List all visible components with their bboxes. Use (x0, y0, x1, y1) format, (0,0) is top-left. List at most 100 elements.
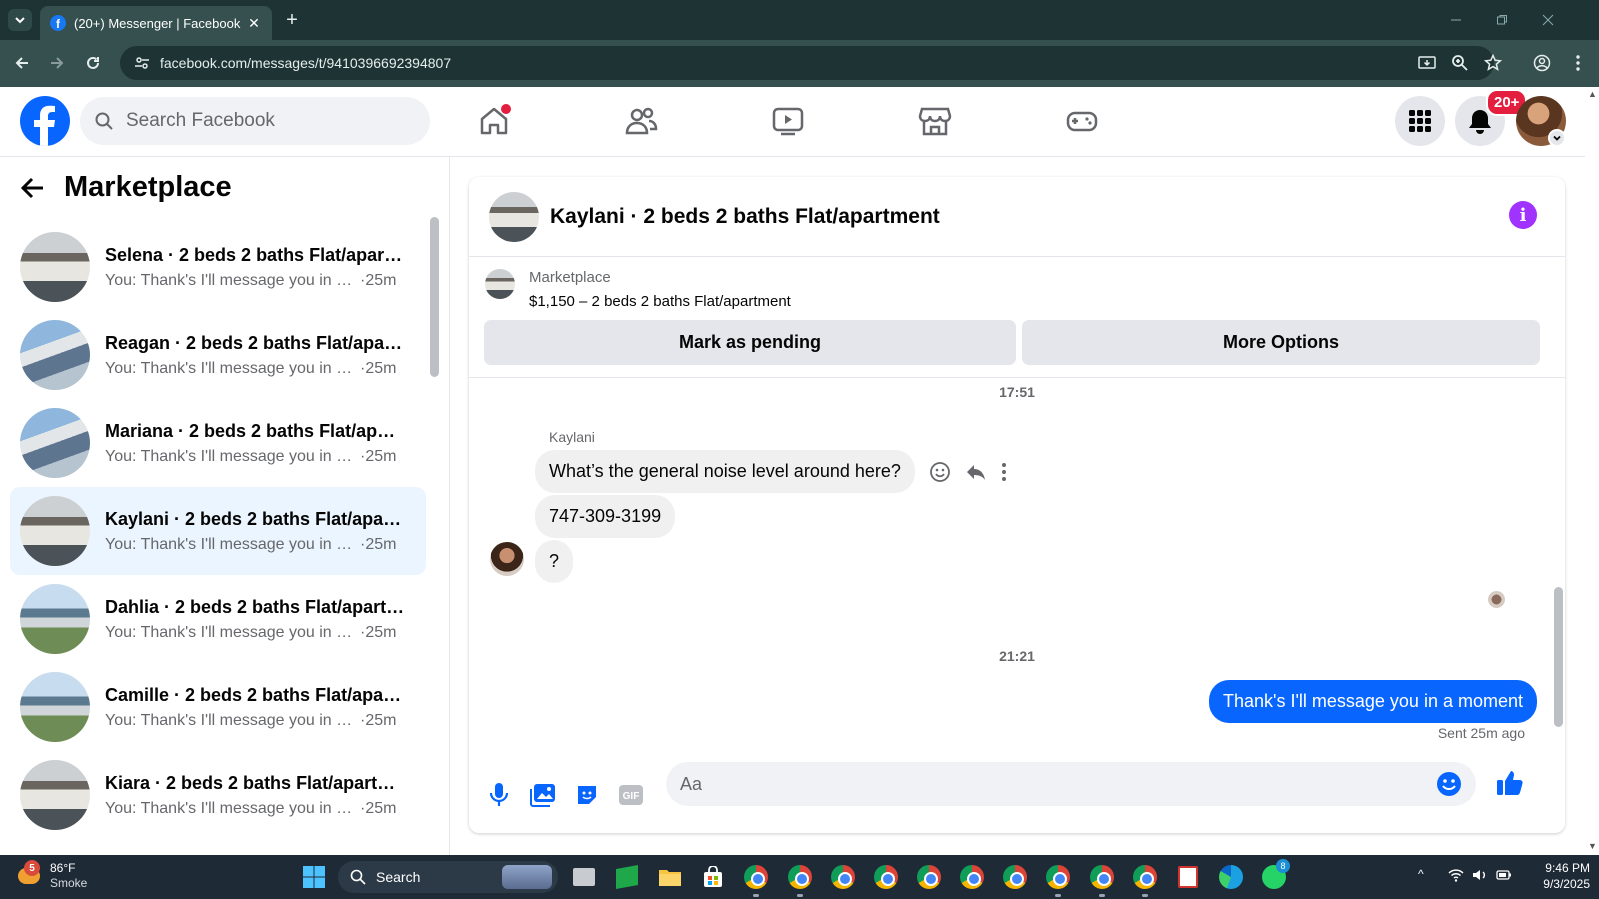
taskbar-store[interactable] (697, 861, 729, 893)
menu-button[interactable] (1395, 96, 1445, 146)
thread-scrollbar[interactable] (1554, 587, 1563, 727)
tab-search-dropdown-button[interactable] (8, 9, 32, 31)
reply-icon[interactable] (965, 461, 987, 483)
taskbar-chrome-1[interactable] (740, 861, 772, 897)
conversation-item[interactable]: Camille · 2 beds 2 baths Flat/apartment … (10, 663, 426, 751)
restore-button[interactable] (1492, 10, 1512, 30)
sender-avatar[interactable] (490, 542, 524, 576)
taskbar-chrome-8[interactable] (1042, 861, 1074, 897)
facebook-search[interactable] (80, 97, 430, 145)
page-scroll-up-icon[interactable]: ▲ (1588, 89, 1597, 99)
listing-thumbnail (20, 496, 90, 566)
taskbar-app-green[interactable] (611, 861, 643, 893)
taskbar-chrome-3[interactable] (827, 861, 859, 893)
chrome-icon (1090, 865, 1114, 889)
nav-video-tab[interactable] (738, 87, 838, 155)
outgoing-message-bubble[interactable]: Thank's I'll message you in a moment (1208, 680, 1537, 723)
conversation-item[interactable]: Mariana · 2 beds 2 baths Flat/apartment … (10, 399, 426, 487)
close-window-button[interactable] (1538, 10, 1558, 30)
taskbar-edge[interactable] (1215, 861, 1247, 893)
chrome-icon (874, 865, 898, 889)
bookmark-button[interactable] (1482, 52, 1504, 74)
facebook-header: 20+ (0, 87, 1585, 157)
gif-icon: GIF (619, 785, 643, 805)
reload-button[interactable] (80, 50, 106, 76)
conversation-item[interactable]: Kiara · 2 beds 2 baths Flat/apartment Yo… (10, 751, 426, 839)
home-icon (480, 104, 511, 135)
volume-icon (1473, 870, 1485, 880)
conversation-item[interactable]: Selena · 2 beds 2 baths Flat/apartment Y… (10, 223, 426, 311)
browser-tab-messenger[interactable]: f (20+) Messenger | Facebook ✕ (40, 6, 272, 40)
taskbar-chrome-6[interactable] (956, 861, 988, 893)
incoming-message-bubble[interactable]: ? (535, 540, 574, 583)
conversation-item-active[interactable]: Kaylani · 2 beds 2 baths Flat/apartment … (10, 487, 426, 575)
forward-button[interactable] (44, 50, 70, 76)
profile-button[interactable] (1531, 52, 1553, 74)
nav-marketplace-tab[interactable] (885, 87, 985, 155)
nav-gaming-tab[interactable] (1032, 87, 1132, 155)
gif-button[interactable]: GIF (613, 777, 649, 813)
facebook-logo[interactable] (20, 96, 70, 146)
voice-clip-button[interactable] (481, 777, 517, 813)
start-button[interactable] (298, 861, 330, 893)
mark-as-pending-button[interactable]: Mark as pending (484, 320, 1016, 365)
install-app-button[interactable] (1416, 52, 1438, 74)
taskbar-chrome-7[interactable] (999, 861, 1031, 893)
sticker-button[interactable] (569, 777, 605, 813)
facebook-search-input[interactable] (126, 110, 406, 132)
nav-home-tab[interactable] (444, 87, 544, 155)
browser-menu-button[interactable] (1567, 52, 1589, 74)
conversation-item[interactable]: Reagan · 2 beds 2 baths Flat/apartment Y… (10, 311, 426, 399)
weather-widget[interactable]: 5 86°F Smoke (16, 860, 87, 891)
taskbar-task-view[interactable] (568, 861, 600, 893)
tray-overflow-icon[interactable]: ^ (1418, 867, 1424, 881)
close-tab-icon[interactable]: ✕ (246, 15, 262, 32)
system-clock[interactable]: 9:46 PM 9/3/2025 (1520, 860, 1590, 892)
taskbar-chrome-4[interactable] (870, 861, 902, 893)
address-bar[interactable]: facebook.com/messages/t/9410396692394807 (120, 46, 1494, 80)
taskbar-search[interactable]: Search (338, 861, 558, 893)
search-icon (350, 869, 366, 885)
system-tray-status[interactable] (1448, 868, 1512, 882)
more-vertical-icon[interactable] (1001, 462, 1007, 482)
react-emoji-icon[interactable] (929, 461, 951, 483)
conversation-list-scrollbar[interactable] (430, 217, 439, 377)
site-info-icon[interactable] (134, 55, 150, 71)
incoming-message-bubble[interactable]: 747-309-3199 (535, 495, 676, 538)
read-receipt-avatar (1488, 591, 1505, 608)
conversation-item[interactable]: Dahlia · 2 beds 2 baths Flat/apartment Y… (10, 575, 426, 663)
message-input[interactable] (680, 773, 1436, 795)
back-arrow-icon[interactable] (20, 175, 46, 201)
conversation-info-button[interactable]: i (1509, 201, 1537, 229)
message-input-box[interactable] (666, 762, 1476, 806)
taskbar-chrome-9[interactable] (1086, 861, 1118, 897)
nav-friends-tab[interactable] (591, 87, 691, 155)
new-tab-button[interactable]: + (280, 8, 304, 32)
conversation-preview: You: Thank's I'll message you in a momen… (105, 359, 360, 377)
account-dropdown-icon[interactable] (1548, 129, 1566, 147)
message-thread: 17:51 Kaylani What’s the general noise l… (469, 377, 1565, 757)
taskbar-chrome-5[interactable] (913, 861, 945, 893)
incoming-message-bubble[interactable]: What’s the general noise level around he… (535, 450, 915, 493)
conversation-name: Dahlia · 2 beds 2 baths Flat/apartment (105, 596, 405, 617)
sender-name: Kaylani (549, 429, 595, 445)
chat-title[interactable]: Kaylani · 2 beds 2 baths Flat/apartment (550, 205, 940, 229)
taskbar-chrome-10[interactable] (1129, 861, 1161, 897)
zoom-button[interactable] (1449, 52, 1471, 74)
minimize-button[interactable] (1446, 10, 1466, 30)
attach-photo-button[interactable] (525, 777, 561, 813)
taskbar-whatsapp[interactable]: 8 (1258, 859, 1290, 893)
page-scroll-down-icon[interactable]: ▼ (1588, 841, 1597, 851)
send-like-button[interactable] (1492, 765, 1528, 801)
marketplace-listing-banner[interactable]: Marketplace $1,150 – 2 beds 2 baths Flat… (485, 269, 791, 310)
taskbar-chrome-2[interactable] (784, 861, 816, 897)
taskbar-search-label: Search (376, 869, 421, 885)
emoji-icon[interactable] (1436, 771, 1462, 797)
wifi-icon (1448, 869, 1464, 882)
taskbar-file-explorer[interactable] (654, 861, 686, 893)
chat-listing-thumbnail[interactable] (489, 191, 539, 242)
more-options-button[interactable]: More Options (1022, 320, 1540, 365)
taskbar-app-red[interactable] (1172, 861, 1204, 893)
listing-small-thumbnail (485, 269, 515, 299)
back-button[interactable] (9, 50, 35, 76)
